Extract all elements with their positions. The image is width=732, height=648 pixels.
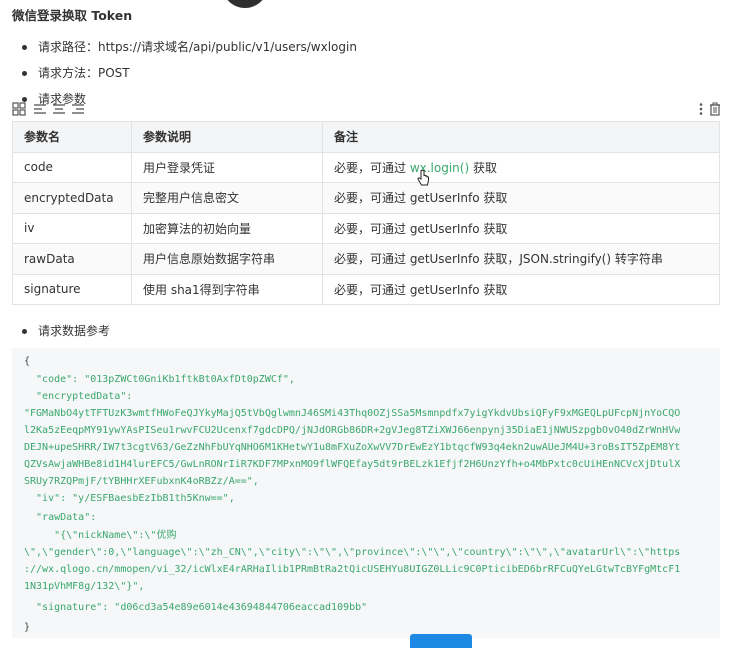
table-row: rawData 用户信息原始数据字符串 必要，可通过 getUserInfo 获… bbox=[12, 243, 720, 275]
code-line: l2Ka5zEeqpMY91ywYAsPISeu1rwvFCU2Ucenxf7g… bbox=[24, 425, 681, 436]
param-note: 必要，可通过 getUserInfo 获取 bbox=[322, 182, 720, 214]
bullet-icon bbox=[22, 44, 27, 50]
param-desc: 用户信息原始数据字符串 bbox=[131, 243, 323, 275]
code-line: "code": "013pZWCt0GniKb1ftkBt0AxfDt0pZWC… bbox=[24, 374, 295, 385]
table-row: code 用户登录凭证 必要，可通过 wx.login() 获取 bbox=[12, 151, 720, 183]
param-desc: 加密算法的初始向量 bbox=[131, 212, 323, 244]
list-item-method: 请求方法：POST bbox=[22, 60, 357, 86]
column-header: 参数说明 bbox=[131, 121, 323, 153]
code-line: "encryptedData": bbox=[24, 391, 133, 402]
table-row: signature 使用 sha1得到字符串 必要，可通过 getUserInf… bbox=[12, 273, 720, 305]
column-header: 备注 bbox=[322, 121, 720, 153]
screen-overlay-circle bbox=[222, 0, 268, 8]
code-line: \",\"gender\":0,\"language\":\"zh_CN\",\… bbox=[24, 547, 681, 558]
table-toolbar bbox=[12, 102, 720, 118]
table-grid-icon[interactable] bbox=[12, 102, 26, 116]
request-method-text: 请求方法：POST bbox=[38, 66, 130, 80]
code-line: ://wx.qlogo.cn/mmopen/vi_32/icWlxE4rARHa… bbox=[24, 564, 681, 575]
code-line: SRUy7RZQPmjF/tYBHHrXEFubxnK4oRBZz/A==", bbox=[24, 476, 259, 487]
param-name: signature bbox=[12, 273, 132, 305]
request-code-block[interactable]: { "code": "013pZWCt0GniKb1ftkBt0AxfDt0pZ… bbox=[12, 348, 720, 638]
code-line: } bbox=[24, 622, 31, 633]
table-header-row: 参数名 参数说明 备注 bbox=[12, 121, 720, 153]
param-note: 必要，可通过 wx.login() 获取 bbox=[322, 151, 720, 183]
code-line: "iv": "y/ESFBaesbEzIbB1th5Knw==", bbox=[24, 493, 235, 504]
note-prefix: 必要，可通过 bbox=[334, 160, 410, 175]
trash-icon[interactable] bbox=[708, 102, 722, 116]
code-line: "{\"nickName\":\"优购 bbox=[24, 530, 177, 541]
page-title: 微信登录换取 Token bbox=[12, 8, 133, 23]
note-suffix: 获取 bbox=[469, 160, 497, 175]
bullet-icon bbox=[22, 328, 27, 334]
align-center-icon[interactable] bbox=[52, 102, 66, 116]
param-name: iv bbox=[12, 212, 132, 244]
list-item-request-example: 请求数据参考 bbox=[22, 318, 110, 344]
request-path-text: 请求路径：https://请求域名/api/public/v1/users/wx… bbox=[38, 40, 357, 54]
param-note: 必要，可通过 getUserInfo 获取 bbox=[322, 212, 720, 244]
param-desc: 完整用户信息密文 bbox=[131, 182, 323, 214]
param-name: encryptedData bbox=[12, 182, 132, 214]
request-info-list: 请求路径：https://请求域名/api/public/v1/users/wx… bbox=[22, 34, 357, 112]
code-line: "rawData": bbox=[24, 512, 97, 523]
code-line: 1N31pVhMF8g/132\"}", bbox=[24, 581, 145, 592]
param-desc: 使用 sha1得到字符串 bbox=[131, 273, 323, 305]
params-table: 参数名 参数说明 备注 code 用户登录凭证 必要，可通过 wx.login(… bbox=[12, 121, 720, 305]
table-row: encryptedData 完整用户信息密文 必要，可通过 getUserInf… bbox=[12, 182, 720, 214]
param-note: 必要，可通过 getUserInfo 获取，JSON.stringify() 转… bbox=[322, 243, 720, 275]
param-note: 必要，可通过 getUserInfo 获取 bbox=[322, 273, 720, 305]
code-line: { bbox=[24, 356, 31, 367]
bullet-icon bbox=[22, 70, 27, 76]
more-vertical-icon[interactable] bbox=[694, 102, 708, 116]
align-right-icon[interactable] bbox=[71, 102, 85, 116]
param-name: rawData bbox=[12, 243, 132, 275]
align-left-icon[interactable] bbox=[33, 102, 47, 116]
table-row: iv 加密算法的初始向量 必要，可通过 getUserInfo 获取 bbox=[12, 212, 720, 244]
column-header: 参数名 bbox=[12, 121, 132, 153]
hand-pointer-icon bbox=[417, 170, 429, 186]
list-item-path: 请求路径：https://请求域名/api/public/v1/users/wx… bbox=[22, 34, 357, 60]
bullet-icon bbox=[22, 96, 27, 102]
param-desc: 用户登录凭证 bbox=[131, 151, 323, 183]
param-name: code bbox=[12, 151, 132, 183]
request-example-label: 请求数据参考 bbox=[38, 324, 111, 338]
bottom-blue-button[interactable] bbox=[410, 634, 472, 648]
code-line: "FGMaNbO4ytTFTUzK3wmtfHWoFeQJYkyMajQ5tVb… bbox=[24, 408, 681, 419]
code-line: DEJN+upeSHRR/IW7t3cgtV63/GeZzNhFbUYqNHO6… bbox=[24, 442, 681, 453]
code-line: QZVsAwjaWHBe8id1H4lurEFC5/GwLnRONrIiR7KD… bbox=[24, 459, 681, 470]
code-line: "signature": "d06cd3a54e89e6014e43694844… bbox=[24, 602, 368, 613]
